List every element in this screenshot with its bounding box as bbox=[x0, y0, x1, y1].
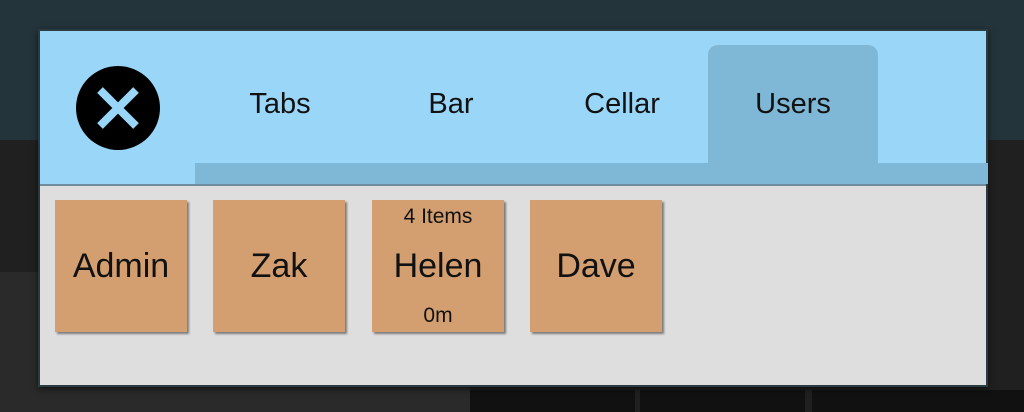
background-cell bbox=[640, 390, 805, 412]
users-dialog: Tabs Bar Cellar Users Admin Zak 4 Items … bbox=[38, 29, 988, 387]
tab-tabs[interactable]: Tabs bbox=[195, 45, 365, 163]
user-name: Helen bbox=[393, 246, 483, 285]
tab-bar: Tabs Bar Cellar Users bbox=[195, 31, 990, 186]
close-button[interactable] bbox=[76, 66, 160, 150]
user-tile-dave[interactable]: Dave bbox=[530, 200, 662, 332]
tab-label: Tabs bbox=[249, 87, 311, 120]
background-cell bbox=[470, 390, 635, 412]
user-name: Admin bbox=[72, 246, 170, 285]
user-name: Zak bbox=[250, 246, 308, 285]
tab-cellar[interactable]: Cellar bbox=[537, 45, 707, 163]
user-tile-helen[interactable]: 4 Items Helen 0m bbox=[372, 200, 504, 332]
tab-bar-tab[interactable]: Bar bbox=[366, 45, 536, 163]
user-time: 0m bbox=[423, 304, 453, 327]
user-tile-zak[interactable]: Zak bbox=[213, 200, 345, 332]
tab-label: Users bbox=[755, 87, 831, 120]
users-grid: Admin Zak 4 Items Helen 0m Dave bbox=[40, 184, 986, 385]
tab-label: Bar bbox=[428, 87, 474, 120]
user-tile-admin[interactable]: Admin bbox=[55, 200, 187, 332]
tab-users[interactable]: Users bbox=[708, 45, 878, 163]
user-item-count: 4 Items bbox=[403, 205, 473, 228]
close-icon bbox=[97, 87, 139, 129]
tab-label: Cellar bbox=[584, 87, 660, 120]
user-name: Dave bbox=[556, 246, 636, 285]
background-cell bbox=[812, 390, 1024, 412]
